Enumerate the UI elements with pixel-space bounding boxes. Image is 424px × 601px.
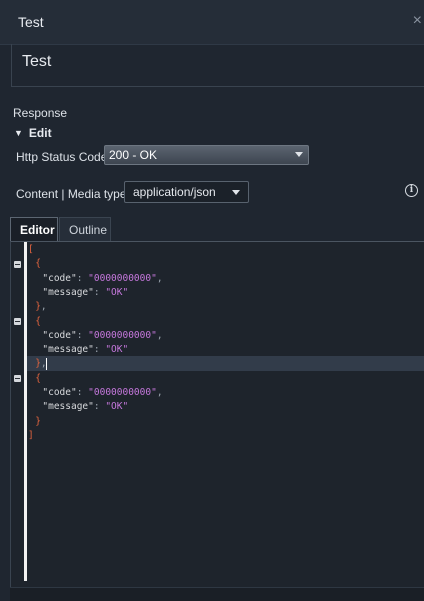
code-line: } <box>28 415 41 429</box>
code-line: { <box>28 257 41 271</box>
window-title: Test <box>18 14 44 30</box>
code-token: : <box>76 272 89 284</box>
code-token: { <box>35 372 41 384</box>
code-line: "code": "0000000000", <box>28 386 163 400</box>
code-token: , <box>156 387 163 398</box>
current-line-highlight <box>27 356 424 371</box>
editor-gutter <box>24 242 27 581</box>
media-type-label: Content | Media type: <box>16 187 130 201</box>
code-token: "OK" <box>105 286 129 298</box>
http-status-select[interactable]: 200 - OK <box>104 145 309 165</box>
code-token: : <box>93 401 106 413</box>
code-token: { <box>35 315 41 327</box>
tab-editor[interactable]: Editor <box>10 217 58 241</box>
tab-outline[interactable]: Outline <box>59 217 111 241</box>
code-token: , <box>40 301 47 313</box>
code-token: } <box>35 415 41 427</box>
code-line: { <box>28 372 41 386</box>
fold-collapse-icon[interactable] <box>14 375 21 382</box>
code-token: : <box>93 344 106 356</box>
code-token: "0000000000" <box>88 329 157 341</box>
code-token: "OK" <box>105 401 129 413</box>
info-icon[interactable]: i <box>405 184 418 197</box>
code-line: }, <box>28 300 47 314</box>
code-token: : <box>93 286 106 298</box>
code-token: "code" <box>42 272 77 284</box>
code-token: ] <box>28 429 34 441</box>
test-header: Test <box>11 44 424 87</box>
code-line: }, <box>28 357 46 371</box>
code-line: [ <box>28 243 34 257</box>
close-icon[interactable]: × <box>413 12 422 30</box>
fold-collapse-icon[interactable] <box>14 261 21 268</box>
code-token: : <box>76 329 89 341</box>
code-token: "code" <box>42 387 77 398</box>
code-line: ] <box>28 429 34 443</box>
chevron-down-icon <box>295 152 303 157</box>
code-token: "0000000000" <box>88 387 157 398</box>
media-type-select[interactable]: application/json <box>124 181 249 203</box>
code-token: [ <box>28 244 34 255</box>
caret-down-icon: ▼ <box>14 128 23 138</box>
code-token: "code" <box>42 329 77 341</box>
editor-horizontal-scrollbar[interactable] <box>10 587 424 601</box>
edit-label: Edit <box>28 126 52 140</box>
code-line: "message": "OK" <box>28 286 128 300</box>
page-title: Test <box>22 53 52 70</box>
code-token: : <box>76 387 89 398</box>
http-status-label: Http Status Code: <box>16 150 111 164</box>
code-token: "OK" <box>105 344 129 356</box>
text-cursor <box>46 358 47 370</box>
code-line: "code": "0000000000", <box>28 329 163 343</box>
media-type-value: application/json <box>133 185 216 199</box>
chevron-down-icon <box>232 190 240 195</box>
fold-collapse-icon[interactable] <box>14 318 21 325</box>
code-editor[interactable]: [{"code": "0000000000", "message": "OK"},… <box>10 241 424 587</box>
code-token: "0000000000" <box>88 272 157 284</box>
http-status-value: 200 - OK <box>109 148 158 162</box>
code-line: { <box>28 315 41 329</box>
code-token: "message" <box>42 344 94 356</box>
response-label: Response <box>13 106 68 120</box>
code-token: , <box>156 329 163 341</box>
code-token: , <box>156 272 163 284</box>
window-titlebar: Test × <box>0 0 424 45</box>
code-line: "message": "OK" <box>28 400 128 414</box>
code-token: "message" <box>42 286 94 298</box>
code-line: "code": "0000000000", <box>28 272 163 286</box>
code-line: "message": "OK" <box>28 343 128 357</box>
code-token: "message" <box>42 401 94 413</box>
code-token: { <box>35 258 41 270</box>
edit-section-toggle[interactable]: ▼ Edit <box>14 126 52 140</box>
